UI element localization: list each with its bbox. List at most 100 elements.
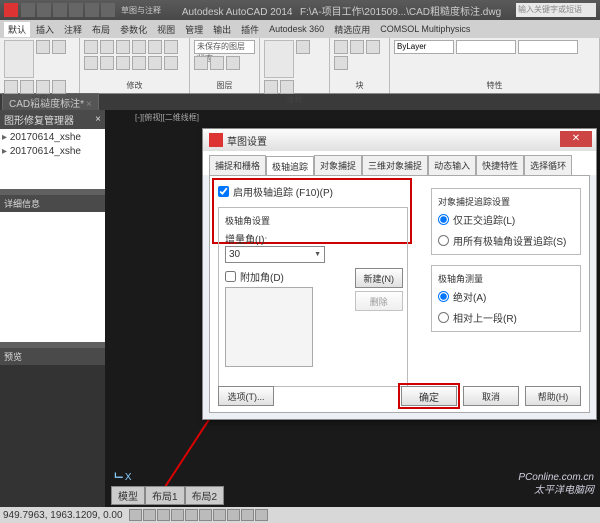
absolute-radio[interactable]: 绝对(A) <box>438 289 574 304</box>
draw-icon[interactable] <box>52 40 66 54</box>
relative-radio[interactable]: 相对上一段(R) <box>438 310 574 325</box>
ortho-only-radio[interactable]: 仅正交追踪(L) <box>438 212 574 227</box>
tab-featured[interactable]: 精选应用 <box>330 22 374 37</box>
tab-selection-cycling[interactable]: 选择循环 <box>524 155 572 175</box>
tab-output[interactable]: 输出 <box>209 22 235 37</box>
new-angle-button[interactable]: 新建(N) <box>355 268 404 288</box>
modify-icon[interactable] <box>132 56 146 70</box>
close-icon[interactable]: × <box>95 114 101 125</box>
block-icon[interactable] <box>334 40 348 54</box>
palette-header[interactable]: 图形修复管理器× <box>0 110 105 129</box>
polar-toggle[interactable] <box>171 509 184 521</box>
modify-icon[interactable] <box>148 56 162 70</box>
otrack-toggle[interactable] <box>199 509 212 521</box>
qat-new-icon[interactable] <box>21 3 35 17</box>
qat-undo-icon[interactable] <box>69 3 83 17</box>
osnap-toggle[interactable] <box>185 509 198 521</box>
options-button[interactable]: 选项(T)... <box>218 386 274 406</box>
status-toggles <box>129 509 268 521</box>
qat-save-icon[interactable] <box>53 3 67 17</box>
text-button[interactable] <box>264 40 294 78</box>
modify-icon[interactable] <box>116 56 130 70</box>
qp-toggle[interactable] <box>241 509 254 521</box>
app-icon[interactable] <box>4 3 18 17</box>
draw-icon[interactable] <box>52 80 66 94</box>
tab-addins[interactable]: 插件 <box>237 22 263 37</box>
tab-polar-tracking[interactable]: 极轴追踪 <box>266 156 314 176</box>
tab-quick-props[interactable]: 快捷特性 <box>476 155 524 175</box>
grid-toggle[interactable] <box>143 509 156 521</box>
qat-print-icon[interactable] <box>101 3 115 17</box>
block-icon[interactable] <box>366 40 380 54</box>
sc-toggle[interactable] <box>255 509 268 521</box>
tab-manage[interactable]: 管理 <box>181 22 207 37</box>
ok-button[interactable]: 确定 <box>401 386 457 406</box>
help-button[interactable]: 帮助(H) <box>525 386 581 406</box>
draw-icon[interactable] <box>20 80 34 94</box>
draw-icon[interactable] <box>36 80 50 94</box>
layerstate-combo[interactable]: 未保存的图层状态 <box>194 40 255 54</box>
tree-node[interactable]: 20170614_xshe <box>2 131 103 145</box>
qat-open-icon[interactable] <box>37 3 51 17</box>
modify-icon[interactable] <box>100 56 114 70</box>
modify-icon[interactable] <box>164 56 178 70</box>
recovery-tree[interactable]: 20170614_xshe 20170614_xshe <box>0 129 105 189</box>
tab-model[interactable]: 模型 <box>111 486 145 505</box>
qat-redo-icon[interactable] <box>85 3 99 17</box>
tab-view[interactable]: 视图 <box>153 22 179 37</box>
viewport-label[interactable]: [-][俯视][二维线框] <box>135 112 199 123</box>
modify-icon[interactable] <box>84 40 98 54</box>
bylayer-lt-combo[interactable] <box>518 40 578 54</box>
cancel-button[interactable]: 取消 <box>463 386 519 406</box>
layer-icon[interactable] <box>210 56 224 70</box>
anno-icon[interactable] <box>280 80 294 94</box>
anno-icon[interactable] <box>264 80 278 94</box>
modify-icon[interactable] <box>84 56 98 70</box>
modify-icon[interactable] <box>116 40 130 54</box>
angles-listbox[interactable] <box>225 287 313 367</box>
layer-icon[interactable] <box>194 56 208 70</box>
close-icon[interactable]: ✕ <box>560 131 592 147</box>
tree-node[interactable]: 20170614_xshe <box>2 145 103 159</box>
ortho-toggle[interactable] <box>157 509 170 521</box>
draw-icon[interactable] <box>36 40 50 54</box>
draw-icon[interactable] <box>4 80 18 94</box>
layer-icon[interactable] <box>226 56 240 70</box>
snap-toggle[interactable] <box>129 509 142 521</box>
help-search-input[interactable]: 输入关键字或短语 <box>516 3 596 17</box>
modify-icon[interactable] <box>132 40 146 54</box>
increment-combo[interactable]: 30 ▼ <box>225 246 325 263</box>
tab-a360[interactable]: Autodesk 360 <box>265 23 328 35</box>
tab-layout1[interactable]: 布局1 <box>145 486 185 505</box>
anno-icon[interactable] <box>296 40 310 54</box>
bylayer-color-combo[interactable]: ByLayer <box>394 40 454 54</box>
tab-insert[interactable]: 插入 <box>32 22 58 37</box>
block-icon[interactable] <box>350 40 364 54</box>
enable-polar-input[interactable] <box>218 186 229 197</box>
tab-osnap[interactable]: 对象捕捉 <box>314 155 362 175</box>
tab-comsol[interactable]: COMSOL Multiphysics <box>376 23 474 35</box>
tab-dyn-input[interactable]: 动态输入 <box>428 155 476 175</box>
modify-icon[interactable] <box>100 40 114 54</box>
close-icon[interactable]: × <box>86 99 92 110</box>
additional-angles-input[interactable] <box>225 271 236 282</box>
all-polar-radio[interactable]: 用所有极轴角设置追踪(S) <box>438 233 574 248</box>
tab-parametric[interactable]: 参数化 <box>116 22 151 37</box>
tab-layout[interactable]: 布局 <box>88 22 114 37</box>
workspace-label[interactable]: 草图与注释 <box>121 5 161 16</box>
block-icon[interactable] <box>334 56 348 70</box>
line-button[interactable] <box>4 40 34 78</box>
coords-readout[interactable]: 949.7963, 1963.1209, 0.00 <box>3 510 123 521</box>
tab-default[interactable]: 默认 <box>4 22 30 37</box>
tab-annotate[interactable]: 注释 <box>60 22 86 37</box>
tab-layout2[interactable]: 布局2 <box>185 486 225 505</box>
lwt-toggle[interactable] <box>227 509 240 521</box>
dyn-toggle[interactable] <box>213 509 226 521</box>
modify-icon[interactable] <box>148 40 162 54</box>
modify-icon[interactable] <box>164 40 178 54</box>
ucs-icon[interactable]: ┗━ X <box>113 472 132 483</box>
bylayer-lw-combo[interactable] <box>456 40 516 54</box>
tab-snap-grid[interactable]: 捕捉和栅格 <box>209 155 266 175</box>
tab-3d-osnap[interactable]: 三维对象捕捉 <box>362 155 428 175</box>
dialog-titlebar[interactable]: 草图设置 ✕ <box>203 129 596 151</box>
